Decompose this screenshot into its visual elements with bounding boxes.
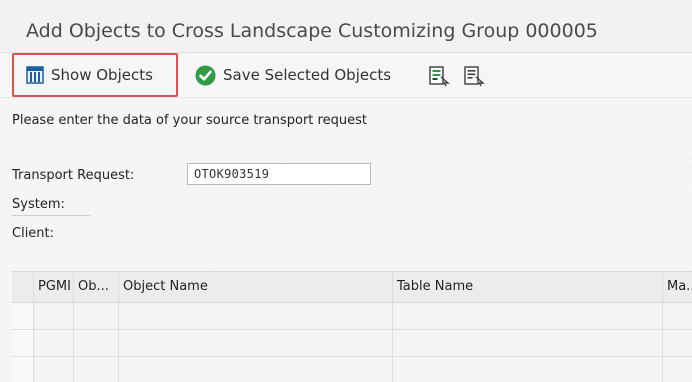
title-bar: Add Objects to Cross Landscape Customizi… bbox=[0, 0, 692, 53]
check-icon bbox=[195, 65, 216, 86]
save-selected-objects-button[interactable]: Save Selected Objects bbox=[195, 53, 391, 97]
table-row[interactable] bbox=[12, 303, 692, 330]
show-objects-button[interactable]: Show Objects bbox=[12, 53, 178, 97]
table-cell bbox=[33, 303, 73, 329]
doc-import-icon[interactable] bbox=[463, 65, 485, 87]
table-cell bbox=[392, 330, 662, 356]
row-selector[interactable] bbox=[12, 303, 33, 329]
column-header-table-name[interactable]: Table Name bbox=[392, 272, 662, 302]
column-header-ma[interactable]: Ma... bbox=[662, 272, 692, 302]
table-cell bbox=[33, 357, 73, 382]
table-cell bbox=[118, 357, 392, 382]
show-objects-label: Show Objects bbox=[51, 66, 153, 84]
table-cell bbox=[392, 303, 662, 329]
objects-table: PGMI Ob... Object Name Table Name Ma... bbox=[12, 271, 692, 382]
transport-request-label: Transport Request: bbox=[12, 168, 135, 183]
select-all-header[interactable] bbox=[12, 272, 33, 302]
column-header-object-name[interactable]: Object Name bbox=[118, 272, 392, 302]
column-header-object-type[interactable]: Ob... bbox=[73, 272, 118, 302]
instructions-text: Please enter the data of your source tra… bbox=[12, 113, 367, 128]
table-cell bbox=[662, 303, 692, 329]
system-label: System: bbox=[12, 197, 65, 212]
doc-export-icon[interactable] bbox=[428, 65, 450, 87]
table-cell bbox=[662, 357, 692, 382]
transport-request-input[interactable]: OTOK903519 bbox=[187, 163, 371, 185]
table-cell bbox=[33, 330, 73, 356]
table-row[interactable] bbox=[12, 330, 692, 357]
row-selector[interactable] bbox=[12, 357, 33, 382]
table-cell bbox=[662, 330, 692, 356]
table-cell bbox=[73, 357, 118, 382]
client-label: Client: bbox=[12, 226, 55, 241]
table-cell bbox=[118, 303, 392, 329]
system-field bbox=[12, 215, 90, 216]
save-selected-objects-label: Save Selected Objects bbox=[223, 66, 392, 84]
table-row[interactable] bbox=[12, 357, 692, 382]
toolbar: Show Objects Save Selected Objects bbox=[0, 53, 692, 98]
table-cell bbox=[73, 303, 118, 329]
table-cell bbox=[392, 357, 662, 382]
row-selector[interactable] bbox=[12, 330, 33, 356]
table-header: PGMI Ob... Object Name Table Name Ma... bbox=[12, 272, 692, 303]
page: Add Objects to Cross Landscape Customizi… bbox=[0, 0, 692, 382]
page-title: Add Objects to Cross Landscape Customizi… bbox=[26, 20, 598, 42]
table-cell bbox=[73, 330, 118, 356]
table-cell bbox=[118, 330, 392, 356]
column-header-pgmi[interactable]: PGMI bbox=[33, 272, 73, 302]
grid-icon bbox=[26, 66, 44, 84]
